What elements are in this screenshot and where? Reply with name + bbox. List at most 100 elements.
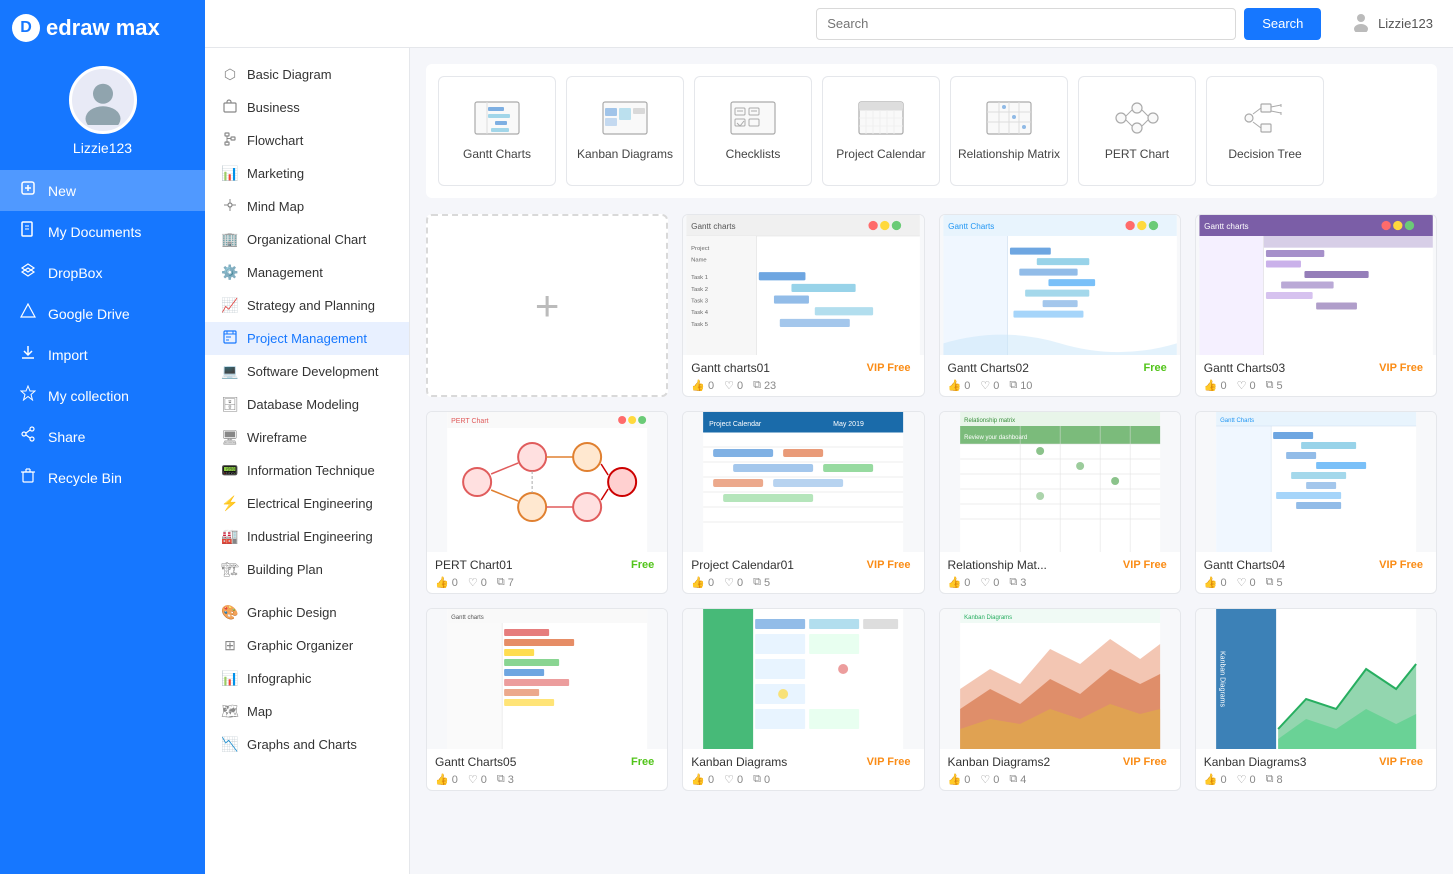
template-gantt02[interactable]: Gantt Charts [939,214,1181,397]
type-relationship-matrix[interactable]: Relationship Matrix [950,76,1068,186]
cat-industrial[interactable]: 🏭 Industrial Engineering [205,520,409,553]
type-kanban-diagrams[interactable]: Kanban Diagrams [566,76,684,186]
heart-icon: ♡ [1237,576,1247,589]
gantt02-info: Gantt Charts02 Free 👍0 ♡0 ⧉10 [940,355,1180,396]
sidebar-item-google-drive[interactable]: Google Drive [0,293,205,334]
template-gantt04[interactable]: Gantt Charts [1195,411,1437,594]
sidebar-item-my-collection[interactable]: My collection [0,375,205,416]
info-tech-icon: 📟 [221,462,239,479]
basic-diagram-icon: ⬡ [221,66,239,83]
cat-project-management[interactable]: Project Management [205,322,409,355]
template-kanban01[interactable]: Kanban diagrams [682,608,924,791]
cat-wireframe[interactable]: 🖥 Wireframe [205,421,409,454]
cat-graphic-organizer[interactable]: ⊞ Graphic Organizer [205,629,409,662]
cat-management[interactable]: ⚙️ Management [205,256,409,289]
cat-mind-map[interactable]: Mind Map [205,190,409,223]
copy-icon: ⧉ [497,773,505,786]
new-icon [18,180,38,201]
gantt04-badge: VIP Free [1374,558,1428,572]
template-types: Gantt Charts Kanban Diagrams [426,64,1437,198]
cat-map[interactable]: 🗺 Map [205,695,409,728]
type-checklists[interactable]: Checklists [694,76,812,186]
user-avatar-small [1350,10,1372,38]
svg-text:Project Calendar: Project Calendar [709,421,762,428]
sidebar-label-new: New [48,183,76,199]
kanban03-badge: VIP Free [1374,755,1428,769]
building-icon: 🏗 [221,561,239,578]
pert01-stats: 👍0 ♡0 ⧉7 [435,576,659,589]
sidebar-item-new[interactable]: New [0,170,205,211]
svg-text:Kanban Diagrams: Kanban Diagrams [964,615,1012,621]
template-pert01[interactable]: PERT Chart [426,411,668,594]
new-template-card[interactable]: + [426,214,668,397]
cat-graphs[interactable]: 📉 Graphs and Charts [205,728,409,761]
heart-icon: ♡ [468,576,478,589]
type-decision-tree[interactable]: Decision Tree [1206,76,1324,186]
type-pert-chart[interactable]: PERT Chart [1078,76,1196,186]
sidebar-label-share: Share [48,429,85,445]
gantt04-stats: 👍0 ♡0 ⧉5 [1204,576,1428,589]
template-gantt05[interactable]: Gantt charts [426,608,668,791]
cat-building[interactable]: 🏗 Building Plan [205,553,409,586]
cat-electrical[interactable]: ⚡ Electrical Engineering [205,487,409,520]
cat-software-dev[interactable]: 💻 Software Development [205,355,409,388]
type-gantt-charts[interactable]: Gantt Charts [438,76,556,186]
project-calendar-icon [857,100,905,141]
cat-label: Database Modeling [247,397,359,412]
type-project-calendar[interactable]: Project Calendar [822,76,940,186]
heart-icon: ♡ [724,379,734,392]
cat-label: Organizational Chart [247,232,366,247]
logo-icon: D [12,14,40,42]
sidebar-label-recycle: Recycle Bin [48,470,122,486]
kanban03-info: Kanban Diagrams3 VIP Free 👍0 ♡0 ⧉8 [1196,749,1436,790]
template-kanban03[interactable]: Kanban Diagrams Kanban Diagrams3 VIP Fre… [1195,608,1437,791]
kanban03-name: Kanban Diagrams3 [1204,755,1307,769]
sidebar-item-dropbox[interactable]: DropBox [0,252,205,293]
cat-info-tech[interactable]: 📟 Information Technique [205,454,409,487]
sidebar-item-share[interactable]: Share [0,416,205,457]
sidebar-item-import[interactable]: Import [0,334,205,375]
template-calendar01[interactable]: Project Calendar May 2019 [682,411,924,594]
gantt02-badge: Free [1139,361,1172,375]
gantt01-badge: VIP Free [862,361,916,375]
cat-database[interactable]: 🗄 Database Modeling [205,388,409,421]
svg-text:Task 1: Task 1 [691,275,708,281]
cat-flowchart[interactable]: Flowchart [205,124,409,157]
template-gantt01[interactable]: Gantt charts Project Name Task 1 Task 2 [682,214,924,397]
heart-icon: ♡ [1237,379,1247,392]
like-icon: 👍 [1204,773,1218,786]
management-icon: ⚙️ [221,264,239,281]
template-relmat01[interactable]: Relationship matrix Review your dashboar… [939,411,1181,594]
copy-icon: ⧉ [1266,773,1274,786]
template-kanban02[interactable]: Kanban Diagrams Kanban Diagrams2 VIP Fre… [939,608,1181,791]
sidebar-header: D edraw max [0,0,205,56]
calendar01-badge: VIP Free [862,558,916,572]
cat-label: Software Development [247,364,379,379]
cat-business[interactable]: Business [205,91,409,124]
cat-label: Graphs and Charts [247,737,357,752]
cat-strategy[interactable]: 📈 Strategy and Planning [205,289,409,322]
cat-marketing[interactable]: 📊 Marketing [205,157,409,190]
collection-icon [18,385,38,406]
copy-icon: ⧉ [1009,379,1017,392]
cat-basic-diagram[interactable]: ⬡ Basic Diagram [205,58,409,91]
database-icon: 🗄 [221,396,239,413]
software-icon: 💻 [221,363,239,380]
avatar [69,66,137,134]
search-input[interactable] [816,8,1236,40]
svg-text:Gantt Charts: Gantt Charts [1220,418,1254,424]
share-icon [18,426,38,447]
sidebar-item-my-documents[interactable]: My Documents [0,211,205,252]
cat-org-chart[interactable]: 🏢 Organizational Chart [205,223,409,256]
cat-label: Strategy and Planning [247,298,375,313]
sidebar-item-recycle-bin[interactable]: Recycle Bin [0,457,205,498]
pert-chart-label: PERT Chart [1105,147,1169,163]
cat-graphic-design[interactable]: 🎨 Graphic Design [205,596,409,629]
cat-label: Basic Diagram [247,67,332,82]
cat-infographic[interactable]: 📊 Infographic [205,662,409,695]
search-button[interactable]: Search [1244,8,1321,40]
template-gantt03[interactable]: Gantt charts [1195,214,1437,397]
gantt-charts-icon [473,100,521,141]
svg-text:Name: Name [691,258,707,264]
calendar01-info: Project Calendar01 VIP Free 👍0 ♡0 ⧉5 [683,552,923,593]
